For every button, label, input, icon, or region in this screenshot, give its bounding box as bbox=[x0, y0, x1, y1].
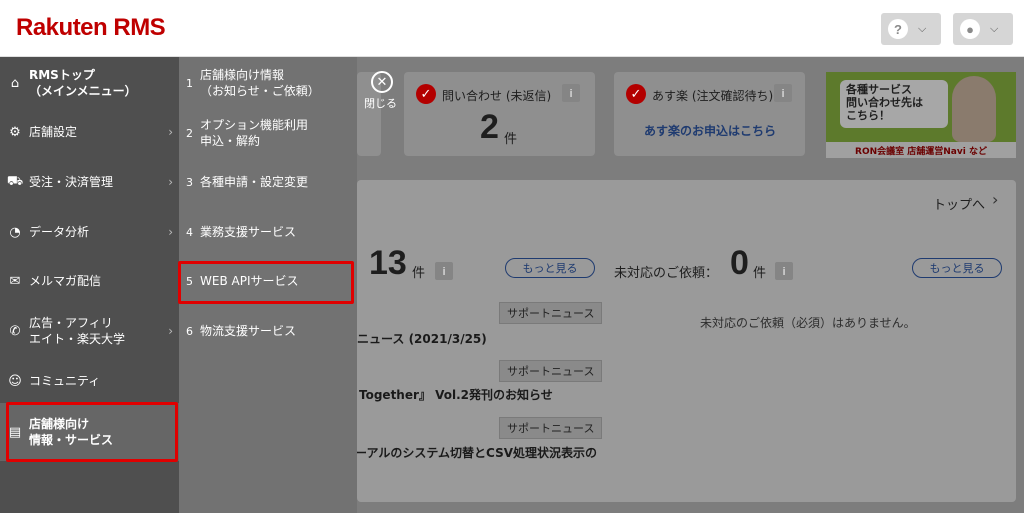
submenu-label: 業務支援サービス bbox=[200, 225, 297, 239]
menu-item-newsletter[interactable]: ✉ メルマガ配信 bbox=[0, 266, 179, 296]
highlight-box bbox=[6, 402, 178, 462]
menu-item-analytics[interactable]: ◔ データ分析 › bbox=[0, 217, 179, 247]
submenu-item-applications[interactable]: 3 各種申請・設定変更 bbox=[179, 167, 357, 197]
count-right: 0 bbox=[730, 244, 749, 282]
help-menu-button[interactable]: ? ⌵ bbox=[881, 13, 941, 45]
submenu-label: オプション機能利用 申込・解約 bbox=[200, 118, 309, 148]
inquiry-unit: 件 bbox=[504, 132, 518, 147]
cart-icon: ⛟ bbox=[6, 173, 24, 189]
help-icon: ? bbox=[888, 19, 908, 39]
menu-item-label: 受注・決済管理 bbox=[29, 175, 114, 189]
menu-item-community[interactable]: ☺ コミュニティ bbox=[0, 366, 179, 396]
more-button-right[interactable]: もっと見る bbox=[912, 258, 1002, 278]
close-icon[interactable]: ✕ bbox=[371, 71, 393, 93]
user-menu-button[interactable]: ● ⌵ bbox=[953, 13, 1013, 45]
chevron-right-icon: › bbox=[168, 225, 173, 239]
menu-item-store-settings[interactable]: ⚙ 店舗設定 › bbox=[0, 117, 179, 147]
submenu-item-logistics[interactable]: 6 物流支援サービス bbox=[179, 316, 357, 346]
menu-item-orders[interactable]: ⛟ 受注・決済管理 › bbox=[0, 167, 179, 197]
info-panel: トップへ › 13 件 i もっと見る 未対応のご依頼： 0 件 i もっと見る… bbox=[355, 180, 1016, 502]
lightbulb-icon[interactable]: i bbox=[562, 84, 580, 102]
news-tag: サポートニュース bbox=[499, 302, 603, 324]
lightbulb-icon[interactable]: i bbox=[774, 84, 792, 102]
unit-left: 件 bbox=[412, 266, 426, 281]
chevron-right-icon: › bbox=[168, 125, 173, 139]
pie-chart-icon: ◔ bbox=[9, 224, 21, 240]
chevron-right-icon: › bbox=[168, 175, 173, 189]
top-header: Rakuten RMS ? ⌵ ● ⌵ bbox=[0, 0, 1024, 57]
news-item[interactable]: ーアルのシステム切替とCSV処理状況表示の bbox=[355, 444, 597, 461]
news-item[interactable]: Together』 Vol.2発刊のお知らせ bbox=[359, 386, 553, 403]
lightbulb-icon[interactable]: i bbox=[435, 262, 453, 280]
chevron-down-icon: ⌵ bbox=[918, 22, 927, 35]
submenu-number: 1 bbox=[186, 76, 193, 90]
chevron-right-icon[interactable]: › bbox=[992, 190, 998, 209]
user-icon: ● bbox=[960, 19, 980, 39]
people-icon: ☺ bbox=[8, 373, 22, 389]
submenu-label: 各種申請・設定変更 bbox=[200, 175, 309, 189]
highlight-box bbox=[178, 261, 354, 304]
banner-line: 各種サービス bbox=[846, 83, 912, 96]
chevron-right-icon: › bbox=[168, 324, 173, 338]
menu-item-label: メルマガ配信 bbox=[29, 274, 102, 288]
lightbulb-icon[interactable]: i bbox=[775, 262, 793, 280]
asuraku-widget[interactable]: ✓ あす楽 (注文確認待ち) i あす楽のお申込はこちら bbox=[614, 72, 805, 156]
banner-line: こちら！ bbox=[846, 109, 890, 122]
submenu-number: 3 bbox=[186, 175, 193, 189]
asuraku-label: あす楽 (注文確認待ち) bbox=[652, 89, 774, 103]
submenu-item-options[interactable]: 2 オプション機能利用 申込・解約 bbox=[179, 115, 357, 151]
inquiry-widget[interactable]: ✓ 問い合わせ (未返信) i 2 件 bbox=[404, 72, 595, 156]
menu-item-advertising[interactable]: ✆ 広告・アフィリ エイト・楽天大学 › bbox=[0, 313, 179, 349]
menu-item-rms-top[interactable]: ⌂ RMSトップ （メインメニュー） bbox=[0, 65, 179, 101]
inquiry-count[interactable]: 2 bbox=[480, 108, 499, 147]
submenu-label: 物流支援サービス bbox=[200, 324, 297, 338]
check-icon: ✓ bbox=[416, 84, 436, 104]
mail-icon: ✉ bbox=[9, 273, 21, 289]
submenu-label: 店舗様向け情報 （お知らせ・ご依頼） bbox=[200, 68, 320, 98]
banner-line: 問い合わせ先は bbox=[846, 96, 923, 109]
unit-right: 件 bbox=[753, 266, 767, 281]
news-item[interactable]: ニュース (2021/3/25) bbox=[357, 330, 487, 347]
submenu-number: 4 bbox=[186, 225, 193, 239]
more-button-left[interactable]: もっと見る bbox=[505, 258, 595, 278]
news-tag: サポートニュース bbox=[499, 360, 603, 382]
submenu-item-business-support[interactable]: 4 業務支援サービス bbox=[179, 217, 357, 247]
banner-person-image bbox=[952, 76, 996, 142]
banner-footer: RON会議室 店舗運営Navi など bbox=[826, 142, 1016, 158]
close-label[interactable]: 閉じる bbox=[364, 95, 397, 111]
banner-bubble: 各種サービス 問い合わせ先は こちら！ bbox=[840, 80, 948, 128]
menu-item-label: 店舗設定 bbox=[29, 125, 78, 139]
menu-item-label: RMSトップ （メインメニュー） bbox=[29, 68, 137, 98]
gear-icon: ⚙ bbox=[9, 124, 21, 140]
menu-item-label: コミュニティ bbox=[29, 374, 101, 388]
submenu-item-store-info[interactable]: 1 店舗様向け情報 （お知らせ・ご依頼） bbox=[179, 65, 357, 101]
count-left: 13 bbox=[369, 244, 407, 282]
service-inquiry-banner[interactable]: 各種サービス 問い合わせ先は こちら！ RON会議室 店舗運営Navi など bbox=[826, 72, 1016, 158]
megaphone-icon: ✆ bbox=[9, 323, 21, 339]
menu-item-label: 広告・アフィリ エイト・楽天大学 bbox=[29, 316, 126, 346]
news-tag: サポートニュース bbox=[499, 417, 603, 439]
menu-item-label: データ分析 bbox=[29, 225, 90, 239]
rakuten-rms-logo[interactable]: Rakuten RMS bbox=[16, 14, 166, 42]
top-link[interactable]: トップへ bbox=[933, 194, 985, 213]
asuraku-apply-link[interactable]: あす楽のお申込はこちら bbox=[644, 122, 776, 139]
submenu-number: 2 bbox=[186, 126, 193, 140]
home-icon: ⌂ bbox=[10, 75, 20, 91]
no-requests-message: 未対応のご依頼（必須）はありません。 bbox=[700, 316, 916, 330]
inquiry-label: 問い合わせ (未返信) bbox=[442, 89, 552, 103]
chevron-down-icon: ⌵ bbox=[990, 22, 999, 35]
submenu-number: 6 bbox=[186, 324, 193, 338]
unhandled-label: 未対応のご依頼： bbox=[614, 266, 719, 281]
check-icon: ✓ bbox=[626, 84, 646, 104]
